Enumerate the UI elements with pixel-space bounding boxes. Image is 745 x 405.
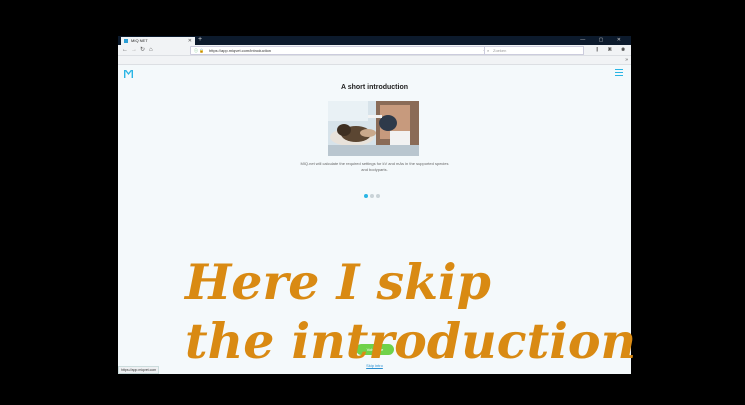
hamburger-menu-icon[interactable] xyxy=(615,69,623,77)
page-title: A short introduction xyxy=(340,84,408,91)
caption-line-2: the introduction xyxy=(185,312,637,370)
search-input[interactable]: ⌕ Zoeken xyxy=(484,46,584,55)
miq-favicon-icon xyxy=(124,39,128,43)
carousel-dot[interactable] xyxy=(364,194,368,198)
navigation-bar: ← → ↻ ⌂ ⓘ 🔒 https://app.miqvet.com/intro… xyxy=(118,45,631,63)
carousel-dot[interactable] xyxy=(376,194,380,198)
tab-close-icon[interactable]: ✕ xyxy=(188,37,192,45)
tab-active[interactable]: MIQ NET ✕ xyxy=(121,37,195,45)
video-caption-overlay: Here I skip the introduction xyxy=(185,253,745,371)
miq-logo-icon[interactable] xyxy=(124,70,133,78)
search-placeholder: Zoeken xyxy=(493,48,507,53)
window-controls[interactable]: — ▢ ✕ xyxy=(580,36,627,45)
home-icon[interactable]: ⌂ xyxy=(149,45,153,55)
carousel-dot[interactable] xyxy=(370,194,374,198)
address-bar[interactable]: ⓘ 🔒 https://app.miqvet.com/introduction … xyxy=(190,46,500,55)
tab-bar: MIQ NET ✕ + — ▢ ✕ xyxy=(118,36,631,45)
caption-line-1: Here I skip xyxy=(185,253,491,311)
back-arrow-icon[interactable]: ← xyxy=(122,45,128,55)
bookmarks-bar: MIQ Vet - MIQ VetMRbed - TasjsFrannyPrin… xyxy=(118,56,631,65)
secure-lock-icon: ⓘ 🔒 xyxy=(194,48,205,53)
search-icon: ⌕ xyxy=(487,48,490,53)
address-url: https://app.miqvet.com/introduction xyxy=(209,48,272,53)
new-tab-button[interactable]: + xyxy=(198,36,202,44)
forward-arrow-icon[interactable]: → xyxy=(131,45,137,55)
bookmarks-overflow-icon[interactable]: » xyxy=(625,56,628,64)
status-bar-url: https://app.miqvet.com xyxy=(118,366,160,374)
intro-description: MIQ.net will calculate the required sett… xyxy=(300,161,449,172)
xray-dog-photo xyxy=(328,101,419,156)
carousel-dots xyxy=(364,185,386,198)
tab-title: MIQ NET xyxy=(131,38,148,43)
reload-icon[interactable]: ↻ xyxy=(140,45,145,55)
